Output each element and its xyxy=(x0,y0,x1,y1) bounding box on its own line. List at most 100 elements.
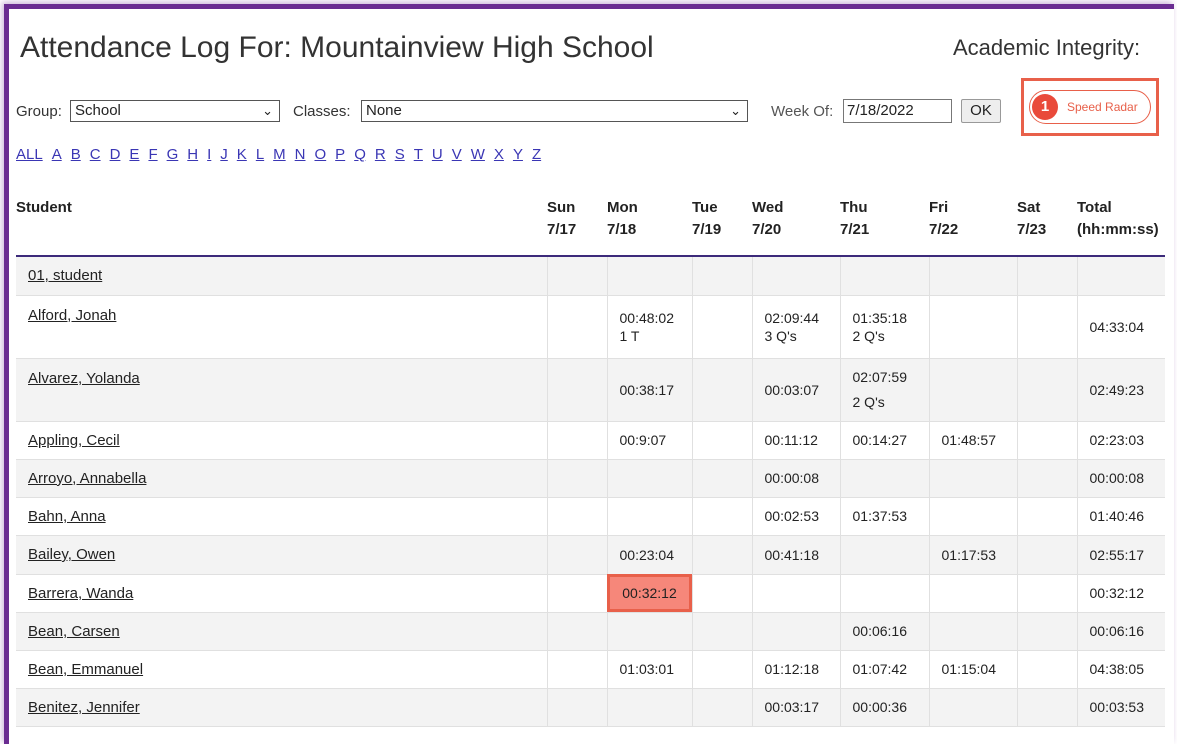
student-link[interactable]: Bean, Emmanuel xyxy=(28,661,143,678)
time-cell xyxy=(606,256,692,296)
table-row: Alvarez, Yolanda 00:38:17 00:03:07 02:07:59… xyxy=(16,358,1165,422)
alpha-filter-e[interactable]: E xyxy=(129,146,139,163)
chevron-down-icon: ⌄ xyxy=(730,103,741,118)
column-header-date: (hh:mm:ss) xyxy=(1077,221,1159,238)
alpha-filter-all[interactable]: ALL xyxy=(16,146,43,163)
time-cell xyxy=(928,295,1017,359)
alpha-filter-g[interactable]: G xyxy=(167,146,179,163)
speed-radar-label: Speed Radar xyxy=(1067,100,1138,114)
alpha-filter-k[interactable]: K xyxy=(237,146,247,163)
week-of-label: Week Of: xyxy=(771,103,834,120)
page-title: Attendance Log For: Mountainview High Sc… xyxy=(20,31,654,64)
time-cell xyxy=(1016,612,1077,651)
time-cell: 02:55:17 xyxy=(1076,535,1165,575)
classes-select[interactable]: None ⌄ xyxy=(361,100,748,122)
alpha-filter-l[interactable]: L xyxy=(256,146,264,163)
time-cell xyxy=(1016,497,1077,536)
student-link[interactable]: Bahn, Anna xyxy=(28,508,106,525)
time-cell: 00:14:27 xyxy=(839,421,929,460)
time-cell: 00:03:07 xyxy=(751,358,840,422)
student-link[interactable]: Benitez, Jennifer xyxy=(28,699,140,716)
time-cell: 00:00:36 xyxy=(839,688,929,727)
student-link[interactable]: Bean, Carsen xyxy=(28,623,120,640)
time-cell xyxy=(606,459,692,498)
student-link[interactable]: Appling, Cecil xyxy=(28,432,120,449)
time-value: 01:15:04 xyxy=(941,661,997,677)
alpha-filter-r[interactable]: R xyxy=(375,146,386,163)
time-cell xyxy=(928,688,1017,727)
table-row: Bean, Carsen 00:06:16 00:06:16 xyxy=(16,612,1165,651)
alpha-filter-d[interactable]: D xyxy=(110,146,121,163)
time-cell xyxy=(691,650,752,689)
time-cell: 00:03:17 xyxy=(751,688,840,727)
alpha-filter-p[interactable]: P xyxy=(335,146,345,163)
alpha-filter-w[interactable]: W xyxy=(471,146,485,163)
group-select[interactable]: School ⌄ xyxy=(70,100,280,122)
time-cell xyxy=(691,459,752,498)
time-value: 00:02:53 xyxy=(764,508,820,524)
column-header-day: Student xyxy=(16,199,72,216)
time-cell xyxy=(546,497,607,536)
student-link[interactable]: Alvarez, Yolanda xyxy=(28,370,140,387)
alpha-filter-j[interactable]: J xyxy=(220,146,228,163)
time-cell: 00:00:08 xyxy=(751,459,840,498)
classes-select-value: None xyxy=(366,102,402,119)
student-link[interactable]: Bailey, Owen xyxy=(28,546,115,563)
time-cell xyxy=(546,256,607,296)
student-link[interactable]: Arroyo, Annabella xyxy=(28,470,146,487)
time-cell: 02:49:23 xyxy=(1076,358,1165,422)
alpha-filter-y[interactable]: Y xyxy=(513,146,523,163)
column-header-sat: Sat 7/23 xyxy=(1017,189,1077,257)
column-header-date: 7/18 xyxy=(607,221,637,238)
ok-button[interactable]: OK xyxy=(961,99,1001,123)
student-link[interactable]: Alford, Jonah xyxy=(28,307,116,324)
alpha-filter-t[interactable]: T xyxy=(414,146,423,163)
time-cell: 01:40:46 xyxy=(1076,497,1165,536)
time-cell xyxy=(1016,688,1077,727)
column-header-thu: Thu 7/21 xyxy=(840,189,929,257)
time-cell xyxy=(691,497,752,536)
time-cell xyxy=(691,688,752,727)
time-cell: 00:41:18 xyxy=(751,535,840,575)
time-cell xyxy=(928,459,1017,498)
alpha-filter-f[interactable]: F xyxy=(148,146,157,163)
time-value: 01:35:18 2 Q's xyxy=(852,309,908,344)
alpha-filter-q[interactable]: Q xyxy=(354,146,366,163)
table-row: Bailey, Owen 00:23:04 00:41:18 01:17:53 02:5… xyxy=(16,535,1165,575)
alpha-filter-n[interactable]: N xyxy=(295,146,306,163)
time-cell xyxy=(928,497,1017,536)
alpha-filter-v[interactable]: V xyxy=(452,146,462,163)
alpha-filter-z[interactable]: Z xyxy=(532,146,541,163)
column-header-mon: Mon 7/18 xyxy=(607,189,692,257)
alpha-filter-o[interactable]: O xyxy=(315,146,327,163)
column-header-date: 7/22 xyxy=(929,221,959,238)
time-cell: 02:07:59 2 Q's xyxy=(839,358,929,422)
alpha-filter-c[interactable]: C xyxy=(90,146,101,163)
student-link[interactable]: Barrera, Wanda xyxy=(28,585,133,602)
time-value: 01:37:53 xyxy=(852,508,908,524)
time-cell xyxy=(691,358,752,422)
alpha-filter-m[interactable]: M xyxy=(273,146,286,163)
time-value: 00:03:07 xyxy=(764,381,820,398)
time-cell: 01:35:18 2 Q's xyxy=(839,295,929,359)
alpha-filter-b[interactable]: B xyxy=(71,146,81,163)
time-value: 00:48:02 1 T xyxy=(619,309,675,344)
alpha-filter-x[interactable]: X xyxy=(494,146,504,163)
alpha-filter-a[interactable]: A xyxy=(52,146,62,163)
alpha-filter-s[interactable]: S xyxy=(395,146,405,163)
time-value: 00:32:12 xyxy=(1089,585,1145,601)
column-header-date: 7/20 xyxy=(752,221,782,238)
speed-radar-button[interactable]: 1 Speed Radar xyxy=(1029,90,1151,124)
app-window: Attendance Log For: Mountainview High Sc… xyxy=(4,4,1174,744)
time-value: 00:00:36 xyxy=(852,699,908,715)
alpha-filter-h[interactable]: H xyxy=(187,146,198,163)
alpha-filter-u[interactable]: U xyxy=(432,146,443,163)
table-row: Benitez, Jennifer 00:03:17 00:00:36 00:03:5… xyxy=(16,688,1165,727)
group-label: Group: xyxy=(16,103,62,120)
time-value: 00:00:08 xyxy=(1089,470,1145,486)
alpha-filter-i[interactable]: I xyxy=(207,146,211,163)
student-link[interactable]: 01, student xyxy=(28,267,102,284)
time-cell: 02:23:03 xyxy=(1076,421,1165,460)
time-value: 04:38:05 xyxy=(1089,661,1145,677)
week-of-input[interactable]: 7/18/2022 xyxy=(843,99,952,123)
